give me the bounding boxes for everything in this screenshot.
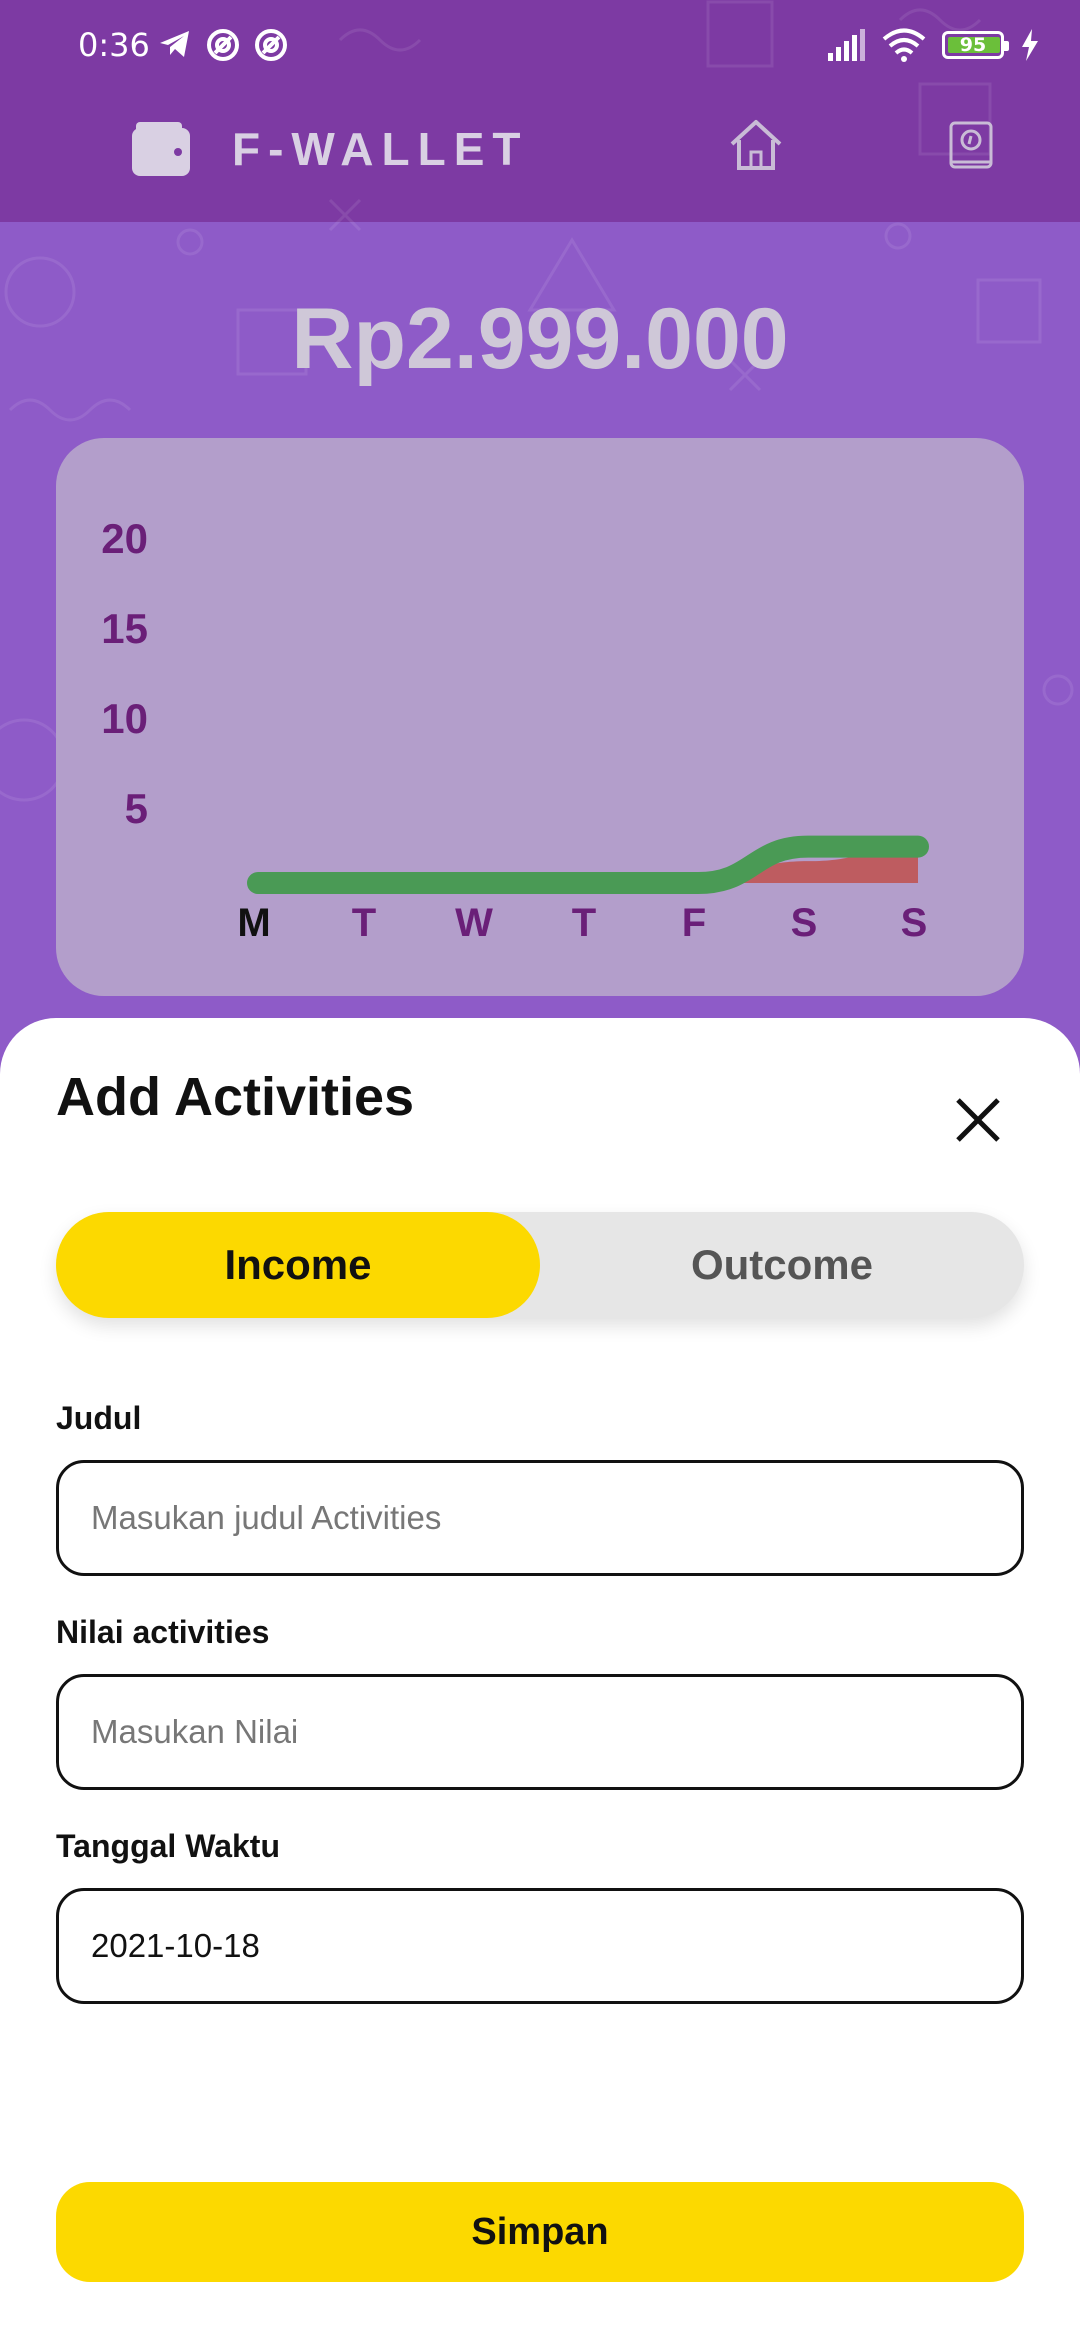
tanggal-field-box <box>56 1888 1024 2004</box>
nilai-field-box <box>56 1674 1024 1790</box>
activity-type-toggle: Income Outcome <box>56 1212 1024 1318</box>
notification-icon <box>207 29 239 61</box>
y-tick-label: 20 <box>101 515 148 562</box>
x-tick-label: T <box>572 901 596 945</box>
status-notifications <box>158 28 288 62</box>
x-tick-label: S <box>901 901 928 945</box>
tanggal-label: Tanggal Waktu <box>56 1828 280 1864</box>
battery-icon: 95 <box>942 31 1009 59</box>
x-tick-label: M <box>237 901 270 945</box>
weekly-chart-card: 20 15 10 5 M T W T F S S <box>56 438 1024 996</box>
app-bar: F-WALLET <box>0 96 1080 222</box>
wifi-icon <box>882 28 926 62</box>
status-time: 0:36 <box>78 26 150 64</box>
x-tick-label: W <box>455 901 493 945</box>
x-tick-label: S <box>791 901 818 945</box>
home-icon[interactable] <box>728 118 784 172</box>
y-tick-label: 10 <box>101 695 148 742</box>
x-tick-label: T <box>352 901 376 945</box>
nilai-input[interactable] <box>59 1677 1021 1787</box>
y-tick-label: 5 <box>125 785 148 832</box>
nilai-label: Nilai activities <box>56 1614 270 1650</box>
tanggal-input[interactable] <box>59 1891 1021 2001</box>
status-system: 95 <box>826 28 1040 62</box>
judul-label: Judul <box>56 1400 142 1436</box>
status-bar: 0:36 95 <box>0 0 1080 96</box>
y-tick-label: 15 <box>101 605 148 652</box>
balance-amount: Rp2.999.000 <box>291 291 789 387</box>
weekly-chart: 20 15 10 5 M T W T F S S <box>101 515 929 945</box>
income-tab[interactable]: Income <box>56 1212 540 1318</box>
x-tick-label: F <box>682 901 706 945</box>
wallet-icon <box>132 122 190 176</box>
judul-field-box <box>56 1460 1024 1576</box>
battery-level: 95 <box>959 34 987 56</box>
app-title: F-WALLET <box>232 123 529 175</box>
book-icon[interactable] <box>948 120 994 172</box>
outcome-tab[interactable]: Outcome <box>540 1212 1024 1318</box>
signal-icon <box>828 29 865 61</box>
close-icon[interactable] <box>952 1094 1004 1146</box>
sheet-title: Add Activities <box>56 1067 415 1127</box>
add-activities-sheet: Add Activities Income Outcome Judul Nila… <box>0 1018 1080 2340</box>
save-button[interactable]: Simpan <box>56 2182 1024 2282</box>
telegram-icon <box>160 31 189 57</box>
notification-icon <box>255 29 287 61</box>
judul-input[interactable] <box>59 1463 1021 1573</box>
charging-icon <box>1022 29 1038 61</box>
